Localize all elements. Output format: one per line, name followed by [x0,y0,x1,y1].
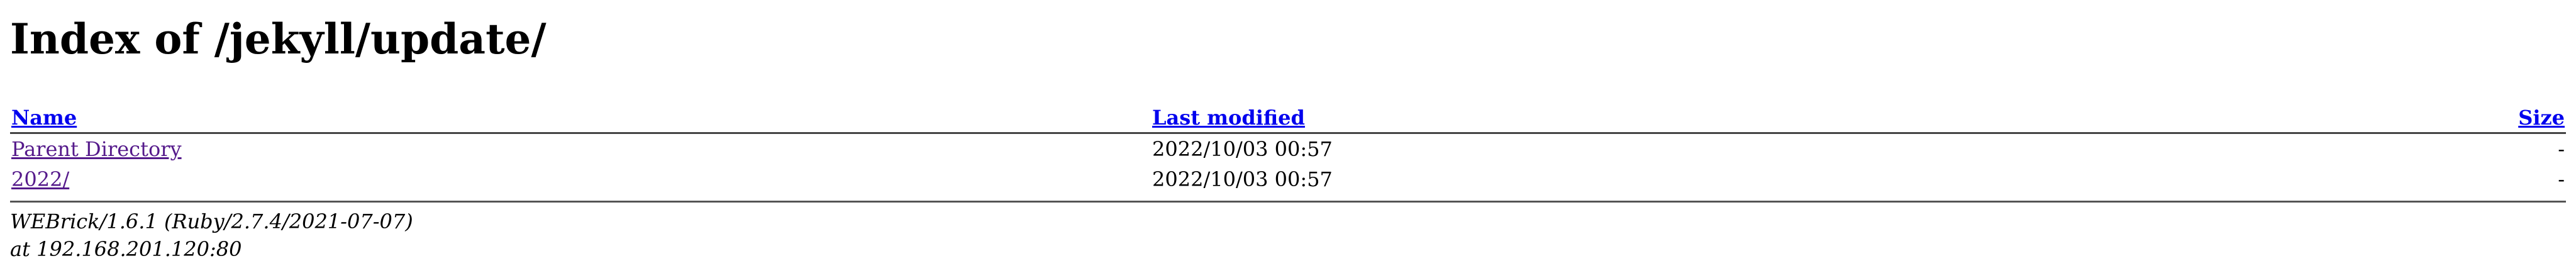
column-header-size: Size [2400,103,2566,134]
size-cell: - [2558,137,2565,161]
parent-directory-link[interactable]: Parent Directory [11,137,182,161]
table-row: Parent Directory 2022/10/03 00:57 - [10,133,2566,165]
file-name-cell: Parent Directory [10,133,1151,165]
size-cell: - [2558,167,2565,191]
table-row: 2022/ 2022/10/03 00:57 - [10,164,2566,194]
server-address: at 192.168.201.120:80 [10,237,242,261]
server-signature: WEBrick/1.6.1 (Ruby/2.7.4/2021-07-07) at… [10,208,2566,263]
page-title: Index of /jekyll/update/ [10,14,547,64]
file-name-cell: 2022/ [10,164,1151,194]
sort-by-name-link[interactable]: Name [11,106,77,130]
footer-divider [10,201,2566,203]
sort-by-size-link[interactable]: Size [2518,106,2565,130]
directory-listing-page: Index of /jekyll/update/ Name Last modif… [0,0,2576,273]
table-header-row: Name Last modified Size [10,103,2566,134]
server-version: WEBrick/1.6.1 (Ruby/2.7.4/2021-07-07) [10,209,413,233]
sort-by-last-modified-link[interactable]: Last modified [1152,106,1305,130]
column-header-last-modified: Last modified [1151,103,2400,134]
column-header-name: Name [10,103,1151,134]
file-listing-table: Name Last modified Size Parent Directory… [10,103,2566,194]
last-modified-cell: 2022/10/03 00:57 [1152,167,1333,191]
folder-link-2022[interactable]: 2022/ [11,167,69,191]
last-modified-cell: 2022/10/03 00:57 [1152,137,1333,161]
